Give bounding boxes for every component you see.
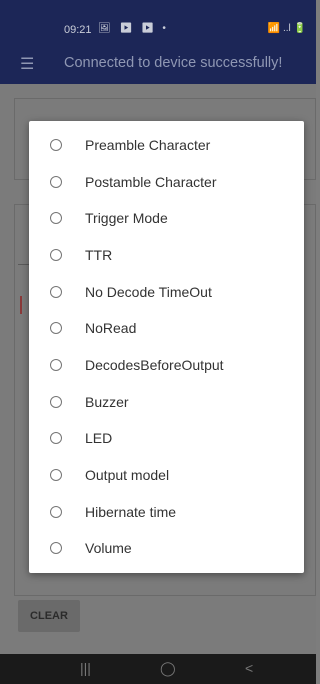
option-label: Volume [85, 540, 132, 556]
radio-icon[interactable] [50, 469, 62, 481]
option-volume[interactable]: Volume [29, 531, 304, 567]
radio-icon[interactable] [50, 286, 62, 298]
option-buzzer[interactable]: Buzzer [29, 385, 304, 421]
option-label: No Decode TimeOut [85, 284, 212, 300]
app-title: Connected to device successfully! [64, 55, 283, 71]
radio-icon[interactable] [50, 506, 62, 518]
system-status-icons: 📶 ..l 🔋 [267, 23, 306, 34]
radio-icon[interactable] [50, 176, 62, 188]
text-cursor [20, 296, 22, 314]
radio-icon[interactable] [50, 249, 62, 261]
option-label: NoRead [85, 320, 137, 336]
option-label: Preamble Character [85, 137, 211, 153]
back-icon[interactable]: < [245, 660, 253, 676]
option-label: TTR [85, 247, 113, 263]
option-ttr[interactable]: TTR [29, 238, 304, 274]
notification-icons: 🖼 ▶ ▶ • [98, 23, 169, 34]
hamburger-menu-icon[interactable]: ☰ [20, 54, 34, 74]
radio-icon[interactable] [50, 542, 62, 554]
option-preamble-character[interactable]: Preamble Character [29, 128, 304, 164]
option-label: LED [85, 430, 113, 446]
option-noread[interactable]: NoRead [29, 311, 304, 347]
radio-icon[interactable] [50, 212, 62, 224]
navigation-bar: ||| ◯ < [0, 654, 316, 684]
app-bar: ☰ Connected to device successfully! [0, 44, 316, 84]
status-bar: 09:21 🖼 ▶ ▶ • 📶 ..l 🔋 [0, 0, 316, 44]
option-label: Buzzer [85, 394, 129, 410]
option-no-decode-timeout[interactable]: No Decode TimeOut [29, 275, 304, 311]
radio-icon[interactable] [50, 396, 62, 408]
clear-button[interactable]: CLEAR [18, 600, 80, 632]
radio-icon[interactable] [50, 139, 62, 151]
option-trigger-mode[interactable]: Trigger Mode [29, 201, 304, 237]
option-decodes-before-output[interactable]: DecodesBeforeOutput [29, 348, 304, 384]
status-time: 09:21 [64, 24, 92, 36]
option-led[interactable]: LED [29, 421, 304, 457]
option-postamble-character[interactable]: Postamble Character [29, 165, 304, 201]
home-icon[interactable]: ◯ [160, 660, 176, 677]
options-dialog: Preamble Character Postamble Character T… [29, 121, 304, 573]
option-label: Postamble Character [85, 174, 217, 190]
radio-icon[interactable] [50, 322, 62, 334]
radio-icon[interactable] [50, 432, 62, 444]
option-hibernate-time[interactable]: Hibernate time [29, 495, 304, 531]
option-label: Output model [85, 467, 170, 483]
recents-icon[interactable]: ||| [80, 660, 91, 676]
option-label: DecodesBeforeOutput [85, 357, 224, 373]
option-label: Hibernate time [85, 504, 177, 520]
option-output-model[interactable]: Output model [29, 458, 304, 494]
radio-icon[interactable] [50, 359, 62, 371]
option-label: Trigger Mode [85, 210, 168, 226]
